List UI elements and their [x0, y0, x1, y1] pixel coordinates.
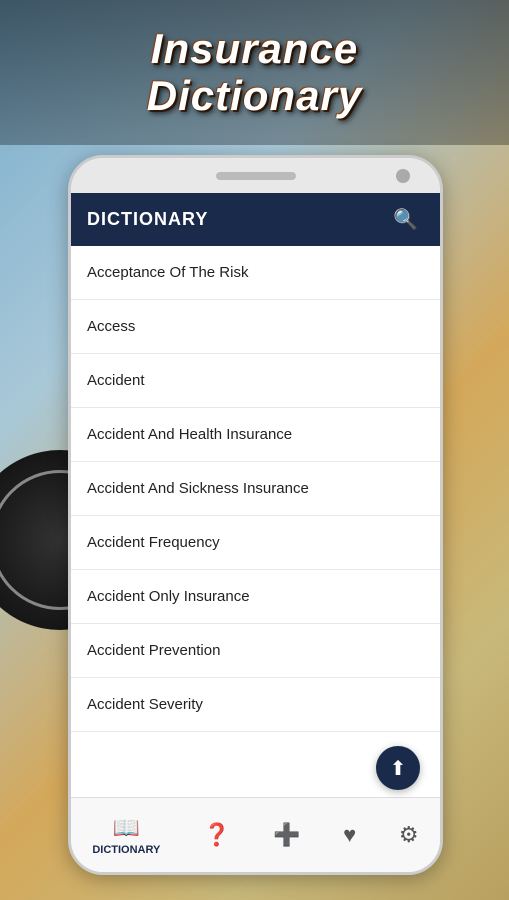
phone-speaker: [216, 172, 296, 180]
scroll-to-top-button[interactable]: ⬆: [376, 746, 420, 790]
add-icon: ➕: [273, 822, 300, 848]
nav-item-dictionary[interactable]: 📖 DICTIONARY: [80, 807, 172, 864]
nav-item-favorites[interactable]: ♥: [331, 814, 368, 856]
list-item[interactable]: Accident And Sickness Insurance: [71, 462, 440, 516]
dictionary-header: DICTIONARY 🔍: [71, 193, 440, 246]
bottom-navigation: 📖 DICTIONARY ❓ ➕ ♥ ⚙: [71, 797, 440, 872]
phone-top-bar: [71, 158, 440, 193]
nav-item-help[interactable]: ❓: [191, 814, 242, 856]
dictionary-nav-label: DICTIONARY: [92, 844, 160, 856]
search-button[interactable]: 🔍: [387, 205, 424, 234]
dictionary-icon: 📖: [113, 815, 140, 841]
header-title-line1: Insurance: [151, 25, 358, 72]
list-item[interactable]: Accident: [71, 354, 440, 408]
list-item[interactable]: Accident And Health Insurance: [71, 408, 440, 462]
help-icon: ❓: [203, 822, 230, 848]
phone-camera: [396, 169, 410, 183]
list-item[interactable]: Accident Severity: [71, 678, 440, 732]
list-item[interactable]: Acceptance Of The Risk: [71, 246, 440, 300]
list-item[interactable]: Accident Prevention: [71, 624, 440, 678]
list-item[interactable]: Accident Only Insurance: [71, 570, 440, 624]
dictionary-list[interactable]: Acceptance Of The RiskAccessAccidentAcci…: [71, 246, 440, 826]
phone-frame: DICTIONARY 🔍 Acceptance Of The RiskAcces…: [68, 155, 443, 875]
header-banner: Insurance Dictionary: [0, 0, 509, 145]
list-item[interactable]: Access: [71, 300, 440, 354]
header-title-line2: Dictionary: [147, 72, 362, 119]
settings-icon: ⚙: [399, 822, 419, 848]
dictionary-header-title: DICTIONARY: [87, 209, 208, 230]
list-item[interactable]: Accident Frequency: [71, 516, 440, 570]
nav-item-add[interactable]: ➕: [261, 814, 312, 856]
favorites-icon: ♥: [343, 822, 356, 848]
header-title: Insurance Dictionary: [147, 26, 362, 118]
nav-item-settings[interactable]: ⚙: [387, 814, 431, 856]
